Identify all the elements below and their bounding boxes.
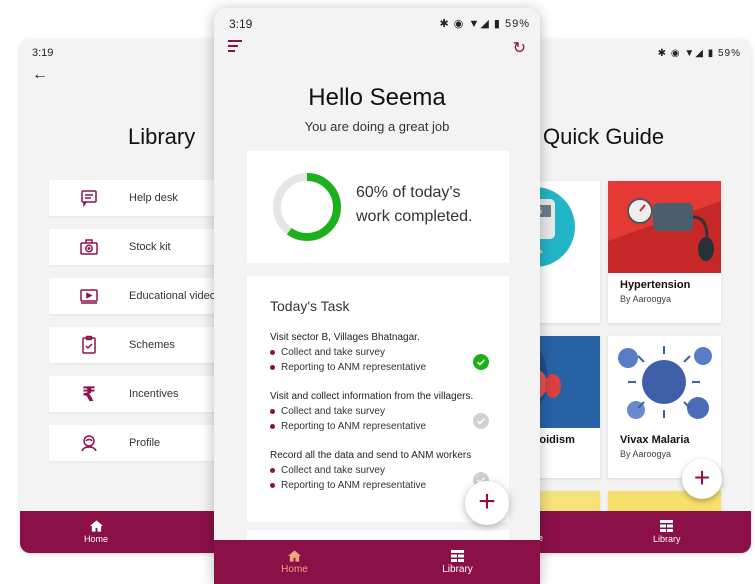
progress-line-1: 60% of today's <box>356 184 461 201</box>
nav-library[interactable]: Library <box>653 520 681 544</box>
malaria-image <box>608 336 721 428</box>
nav-home[interactable]: Home <box>84 520 108 544</box>
library-item-label: Incentives <box>129 388 179 400</box>
task-item[interactable]: Visit and collect information from the v… <box>270 391 500 436</box>
task-subitem: Reporting to ANM representative <box>270 480 500 491</box>
library-icon <box>660 520 674 532</box>
check-icon[interactable] <box>473 413 489 429</box>
add-task-button[interactable]: + <box>465 481 509 525</box>
status-time: 3:19 <box>32 47 54 59</box>
hypertension-image <box>608 181 721 273</box>
back-arrow-icon[interactable]: ← <box>32 66 48 84</box>
status-icons: ✱ ◉ ▼◢ ▮ 59% <box>657 48 741 59</box>
guide-card-hypertension[interactable]: Hypertension By Aaroogya <box>608 181 721 323</box>
library-item-label: Stock kit <box>129 241 171 253</box>
task-title: Visit sector B, Villages Bhatnagar. <box>270 332 420 343</box>
library-item-educational-videos[interactable]: Educational videos <box>49 278 239 314</box>
nav-library-label: Library <box>653 534 681 544</box>
menu-icon[interactable] <box>228 40 242 52</box>
library-item-stock-kit[interactable]: Stock kit <box>49 229 239 265</box>
guide-card-vivax-malaria[interactable]: Vivax Malaria By Aaroogya <box>608 336 721 478</box>
task-card: Today's Task Visit sector B, Villages Bh… <box>247 276 509 522</box>
task-subitem: Collect and take survey <box>270 465 500 476</box>
progress-line-2: work completed. <box>356 208 473 225</box>
card-title: Vivax Malaria <box>620 434 690 446</box>
refresh-icon[interactable]: ↻ <box>513 38 526 58</box>
rupee-icon: ₹ <box>82 383 96 406</box>
card-subtitle: By Aaroogya <box>620 294 672 304</box>
bottom-nav: Home Library <box>214 540 540 584</box>
home-icon <box>288 549 302 562</box>
library-item-help-desk[interactable]: Help desk <box>49 180 239 216</box>
task-card-title: Today's Task <box>270 298 350 314</box>
video-icon <box>49 286 129 306</box>
task-title: Visit and collect information from the v… <box>270 391 474 402</box>
library-list: Help desk Stock kit Educational videos S… <box>49 180 239 474</box>
task-subitem: Collect and take survey <box>270 406 500 417</box>
library-item-label: Profile <box>129 437 161 449</box>
progress-text: 60% of today's work completed. <box>356 181 496 229</box>
check-icon[interactable] <box>473 354 489 370</box>
greeting-subtitle: You are doing a great job <box>304 119 450 134</box>
status-time: 3:19 <box>229 17 253 31</box>
task-subitem: Reporting to ANM representative <box>270 421 500 432</box>
page-title: Quick Guide <box>543 124 665 149</box>
library-item-schemes[interactable]: Schemes <box>49 327 239 363</box>
greeting: Hello Seema <box>308 84 446 111</box>
home-icon <box>89 520 103 532</box>
library-icon <box>451 549 464 562</box>
nav-home-label: Home <box>281 563 308 575</box>
task-title: Record all the data and send to ANM work… <box>270 450 472 461</box>
home-screen: 3:19 ✱ ◉ ▼◢ ▮ 59% ↻ Hello Seema You are … <box>214 8 540 584</box>
battery-level: 59% <box>504 18 530 30</box>
task-item[interactable]: Record all the data and send to ANM work… <box>270 450 500 495</box>
nav-home[interactable]: Home <box>281 549 308 575</box>
task-subitem: Reporting to ANM representative <box>270 362 500 373</box>
library-item-label: Schemes <box>129 339 175 351</box>
task-item[interactable]: Visit sector B, Villages Bhatnagar. Coll… <box>270 332 500 377</box>
medical-kit-icon <box>49 237 129 257</box>
task-subitem: Collect and take survey <box>270 347 500 358</box>
clipboard-check-icon <box>49 335 129 355</box>
library-item-label: Help desk <box>129 192 178 204</box>
page-title: Library <box>128 124 196 149</box>
help-desk-icon <box>49 188 129 208</box>
card-subtitle: By Aaroogya <box>620 449 672 459</box>
library-item-incentives[interactable]: ₹ Incentives <box>49 376 239 412</box>
nav-home-label: Home <box>84 534 109 544</box>
progress-ring <box>273 173 341 241</box>
battery-level: 59% <box>717 48 741 59</box>
status-icons: ✱ ◉ ▼◢ ▮ 59% <box>439 18 530 30</box>
nav-library[interactable]: Library <box>442 549 473 575</box>
add-button[interactable]: + <box>682 459 722 499</box>
library-item-label: Educational videos <box>129 290 222 302</box>
progress-card: 60% of today's work completed. <box>247 151 509 263</box>
library-item-profile[interactable]: Profile <box>49 425 239 461</box>
card-title: Hypertension <box>620 279 691 291</box>
nav-library-label: Library <box>442 563 473 575</box>
profile-icon <box>49 433 129 453</box>
